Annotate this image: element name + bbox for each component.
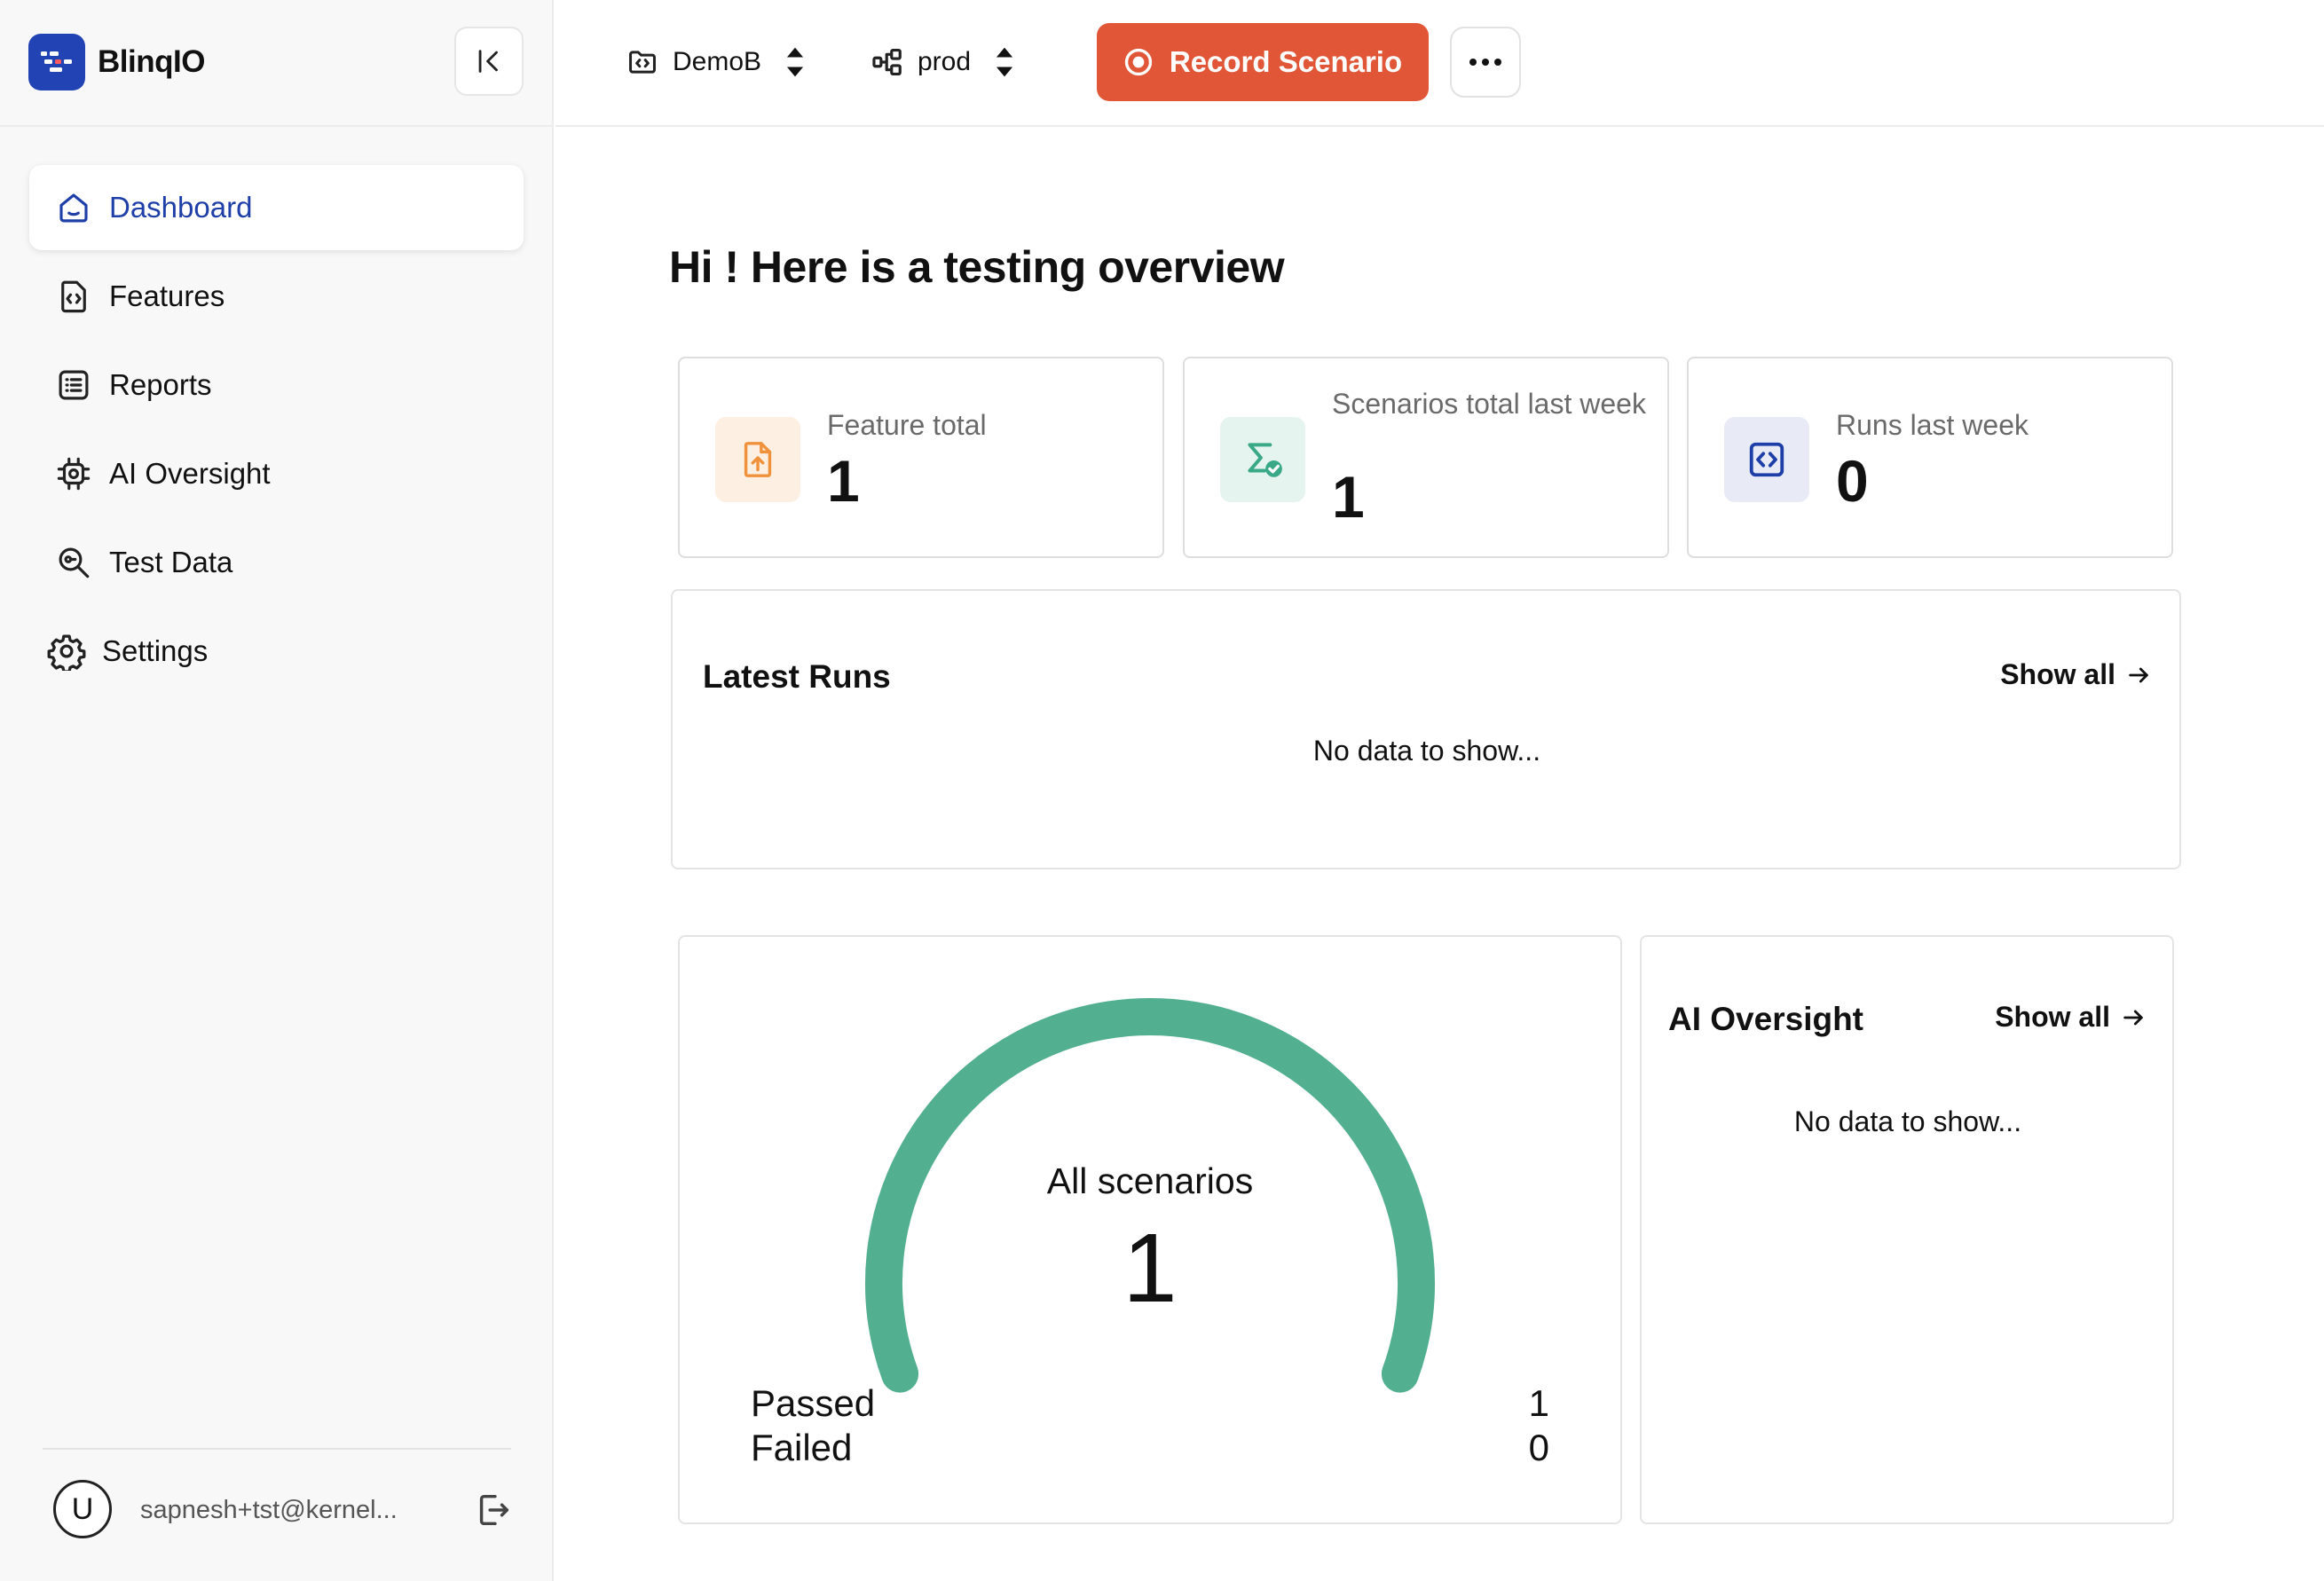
- legend-passed-label: Passed: [751, 1382, 876, 1424]
- brand-name: BlinqIO: [98, 44, 205, 79]
- ellipsis-icon: [1469, 59, 1501, 66]
- brand-header: BlinqIO: [0, 0, 554, 127]
- ai-oversight-show-all-link[interactable]: Show all: [1995, 1001, 2146, 1034]
- stat-value: 1: [1332, 464, 1365, 530]
- stat-label: Feature total: [827, 409, 987, 441]
- page-title: Hi ! Here is a testing overview: [669, 242, 1285, 292]
- stat-card-scenarios-total: Scenarios total last week 1: [1183, 357, 1669, 558]
- sidebar-item-label: AI Oversight: [109, 457, 271, 490]
- sidebar-item-features[interactable]: Features: [29, 254, 524, 339]
- latest-runs-show-all-link[interactable]: Show all: [2000, 658, 2151, 691]
- stat-value: 1: [827, 448, 860, 514]
- gauge-label: All scenarios: [1046, 1160, 1254, 1201]
- sidebar-item-label: Test Data: [109, 546, 233, 578]
- sidebar-item-label: Dashboard: [109, 191, 253, 224]
- legend-failed-value: 0: [1528, 1427, 1549, 1468]
- latest-runs-empty-message: No data to show...: [1312, 735, 1541, 767]
- sidebar-item-label: Settings: [102, 634, 209, 667]
- chevron-up-down-icon: [784, 44, 806, 80]
- user-email: sapnesh+tst@kernel...: [140, 1496, 398, 1524]
- sidebar-item-test-data[interactable]: Test Data: [29, 520, 524, 605]
- chip-icon: [54, 454, 93, 493]
- sidebar-item-ai-oversight[interactable]: AI Oversight: [29, 431, 524, 516]
- sidebar-nav: Dashboard Features Reports AI Oversight …: [29, 165, 524, 697]
- sidebar-item-label: Reports: [109, 368, 212, 401]
- folder-code-icon: [625, 44, 660, 80]
- stat-card-feature-total: Feature total 1: [678, 357, 1164, 558]
- latest-runs-title: Latest Runs: [703, 658, 891, 695]
- scenarios-gauge-panel: All scenarios 1 Passed 1 Failed 0: [678, 935, 1622, 1524]
- ai-oversight-panel: AI Oversight Show all No data to show...: [1640, 935, 2174, 1524]
- file-code-icon: [54, 277, 93, 316]
- arrow-right-icon: [2126, 663, 2151, 688]
- top-bar: DemoB prod Record Scenario: [555, 0, 2324, 127]
- legend-failed-label: Failed: [751, 1427, 853, 1468]
- branch-icon: [870, 44, 905, 80]
- sidebar-item-reports[interactable]: Reports: [29, 342, 524, 428]
- record-scenario-label: Record Scenario: [1169, 45, 1403, 78]
- record-scenario-button[interactable]: Record Scenario: [1097, 23, 1429, 101]
- sidebar-item-settings[interactable]: Settings: [29, 609, 524, 694]
- sidebar-item-dashboard[interactable]: Dashboard: [29, 165, 524, 250]
- collapse-left-icon: [478, 50, 498, 73]
- collapse-sidebar-button[interactable]: [454, 27, 524, 96]
- project-name: DemoB: [673, 47, 762, 76]
- legend-passed-value: 1: [1528, 1382, 1549, 1424]
- record-icon: [1123, 47, 1154, 77]
- stat-card-runs-last-week: Runs last week 0: [1687, 357, 2173, 558]
- arrow-right-icon: [2121, 1005, 2146, 1030]
- stat-label: Scenarios total last week: [1332, 388, 1646, 420]
- logout-button[interactable]: [470, 1487, 516, 1533]
- stat-label: Runs last week: [1836, 409, 2029, 441]
- stat-value: 0: [1836, 448, 1869, 514]
- gear-icon: [47, 632, 86, 671]
- environment-selector[interactable]: prod: [870, 39, 1015, 85]
- file-upload-icon: [715, 417, 800, 502]
- latest-runs-panel: Latest Runs Show all No data to show...: [671, 589, 2181, 869]
- more-options-button[interactable]: [1450, 27, 1521, 98]
- show-all-label: Show all: [1995, 1001, 2110, 1033]
- project-selector[interactable]: DemoB: [625, 39, 806, 85]
- logout-icon: [479, 1494, 509, 1526]
- sidebar-divider: [43, 1448, 511, 1450]
- gauge-total-value: 1: [1123, 1214, 1178, 1323]
- home-icon: [54, 188, 93, 227]
- sigma-check-icon: [1220, 417, 1305, 502]
- ai-oversight-title: AI Oversight: [1668, 1001, 1863, 1037]
- chevron-up-down-icon: [994, 44, 1015, 80]
- sidebar-item-label: Features: [109, 279, 225, 312]
- show-all-label: Show all: [2000, 658, 2115, 690]
- ai-oversight-empty-message: No data to show...: [1793, 1105, 2022, 1137]
- sidebar: BlinqIO Dashboard Features Reports AI Ov…: [0, 0, 554, 1581]
- search-key-icon: [54, 543, 93, 582]
- environment-name: prod: [918, 47, 972, 76]
- list-icon: [54, 366, 93, 405]
- blinqio-logo-icon: [28, 34, 85, 90]
- avatar[interactable]: U: [53, 1480, 112, 1538]
- user-profile: U sapnesh+tst@kernel...: [53, 1480, 515, 1538]
- code-icon: [1724, 417, 1809, 502]
